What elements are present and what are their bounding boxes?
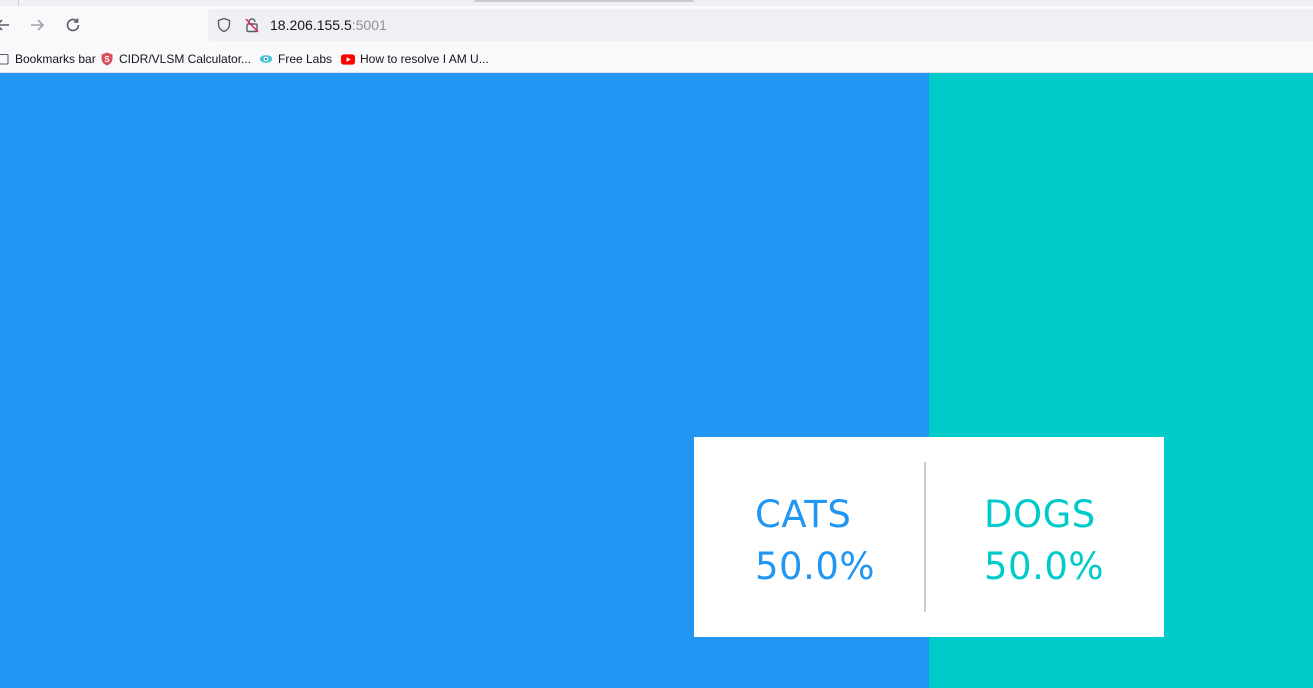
reload-icon (66, 18, 80, 32)
bookmark-cidr-calculator[interactable]: S CIDR/VLSM Calculator... (100, 51, 251, 67)
bookmark-label: Free Labs (278, 52, 333, 66)
forward-button[interactable] (24, 13, 50, 37)
results-page: CATS 50.0% DOGS 50.0% (0, 73, 1313, 688)
dogs-label: DOGS (984, 493, 1096, 536)
bookmark-free-labs[interactable]: Free Labs (259, 51, 332, 67)
tracking-shield-icon[interactable] (215, 16, 233, 34)
dogs-result: DOGS 50.0% (984, 489, 1104, 593)
svg-text:S: S (104, 55, 110, 64)
dogs-percent: 50.0% (984, 545, 1105, 588)
url-host: 18.206.155.5 (270, 17, 352, 33)
shield-s-icon: S (100, 52, 114, 66)
address-bar[interactable]: 18.206.155.5:5001 (208, 9, 1313, 41)
cats-label: CATS (755, 493, 852, 536)
eye-icon (259, 52, 273, 66)
insecure-lock-icon[interactable] (243, 16, 261, 34)
reload-button[interactable] (60, 13, 86, 37)
url-text[interactable]: 18.206.155.5:5001 (270, 17, 387, 33)
bookmarks-toolbar: Bookmarks bar S CIDR/VLSM Calculator... … (0, 44, 1313, 73)
bookmark-label: CIDR/VLSM Calculator... (119, 52, 252, 66)
navigation-toolbar: 18.206.155.5:5001 (0, 6, 1313, 44)
back-icon (0, 19, 9, 31)
back-button[interactable] (0, 13, 16, 37)
bookmark-bookmarks-bar[interactable]: Bookmarks bar (0, 51, 96, 67)
bookmark-label: How to resolve I AM U... (360, 52, 489, 66)
folder-icon (0, 52, 10, 66)
results-divider (924, 462, 926, 612)
bookmark-youtube-video[interactable]: How to resolve I AM U... (341, 51, 489, 67)
bookmark-label: Bookmarks bar (15, 52, 96, 66)
url-port: :5001 (351, 17, 387, 33)
forward-icon (31, 19, 45, 31)
cats-result: CATS 50.0% (755, 489, 875, 593)
active-tab-edge[interactable] (474, 0, 694, 2)
results-card: CATS 50.0% DOGS 50.0% (694, 437, 1164, 637)
youtube-icon (341, 52, 355, 66)
cats-percent: 50.0% (755, 545, 876, 588)
